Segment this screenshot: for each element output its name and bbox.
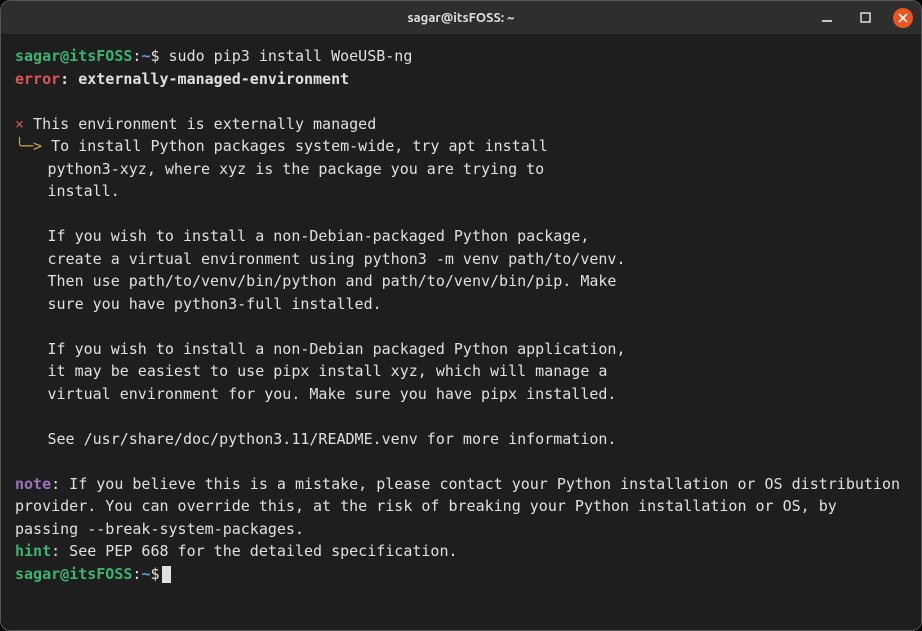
window-title: sagar@itsFOSS: ~ (1, 11, 921, 25)
error-message: externally-managed-environment (78, 70, 349, 88)
arrow-icon: ╰─> (15, 137, 42, 155)
prompt-line-1: sagar@itsFOSS:~$ sudo pip3 install WoeUS… (15, 45, 907, 68)
close-button[interactable] (893, 8, 913, 28)
env-title-line: × This environment is externally managed (15, 113, 907, 136)
terminal-window: sagar@itsFOSS: ~ sagar@itsFOSS:~$ sudo p… (0, 0, 922, 631)
minimize-button[interactable] (817, 8, 837, 28)
terminal-body[interactable]: sagar@itsFOSS:~$ sudo pip3 install WoeUS… (1, 35, 921, 630)
prompt-line-2: sagar@itsFOSS:~$ (15, 563, 907, 586)
error-line: error: externally-managed-environment (15, 68, 907, 91)
window-controls (817, 8, 913, 28)
note-label: note (15, 475, 51, 493)
error-label: error (15, 70, 60, 88)
hint-label: hint (15, 542, 51, 560)
cursor (162, 566, 171, 583)
prompt-host: itsFOSS (69, 47, 132, 65)
hint-line: hint: See PEP 668 for the detailed speci… (15, 540, 907, 563)
command-text: sudo pip3 install WoeUSB-ng (169, 47, 413, 65)
titlebar: sagar@itsFOSS: ~ (1, 1, 921, 35)
cross-icon: × (15, 115, 24, 133)
prompt-user: sagar (15, 47, 60, 65)
maximize-button[interactable] (855, 8, 875, 28)
note-line: note: If you believe this is a mistake, … (15, 473, 907, 541)
